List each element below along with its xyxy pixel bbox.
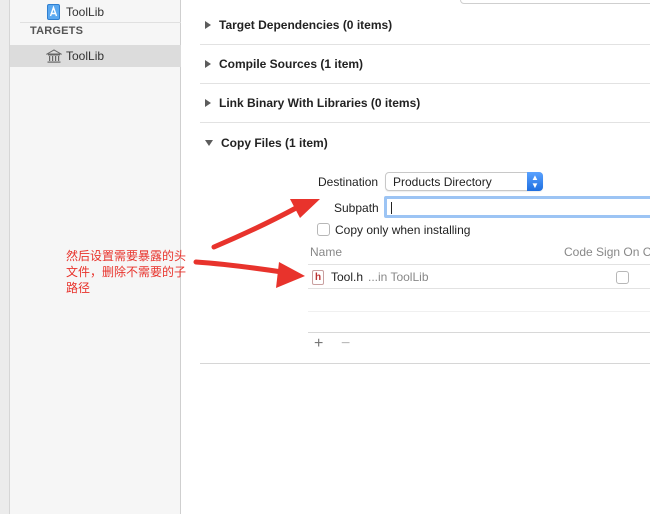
annotation-text: 然后设置需要暴露的头文件，删除不需要的子路径	[66, 249, 187, 295]
arrow-to-file	[193, 259, 285, 275]
arrow-head-file	[276, 262, 305, 288]
arrow-to-subpath	[211, 205, 299, 250]
